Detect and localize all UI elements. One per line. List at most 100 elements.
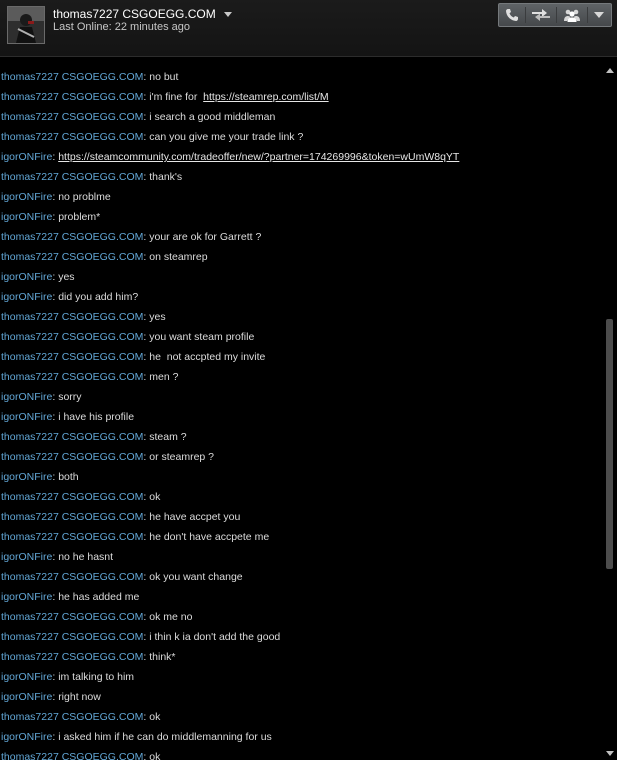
message-text: ok you want change xyxy=(149,571,243,583)
invite-group-button[interactable] xyxy=(557,4,587,26)
message-sender[interactable]: igorONFire xyxy=(1,471,52,483)
chat-header: thomas7227 CSGOEGG.COM Last Online: 22 m… xyxy=(0,0,617,57)
chat-history[interactable]: thomas7227 CSGOEGG.COM: no but thomas7227… xyxy=(0,57,603,760)
avatar[interactable] xyxy=(7,6,45,44)
message-sender[interactable]: thomas7227 CSGOEGG.COM xyxy=(1,531,143,543)
message-sender[interactable]: thomas7227 CSGOEGG.COM xyxy=(1,711,143,723)
message-text: i thin k ia don't add the good xyxy=(149,631,281,643)
more-options-button[interactable] xyxy=(588,4,610,26)
message-sender[interactable]: thomas7227 CSGOEGG.COM xyxy=(1,491,143,503)
message-text: ok xyxy=(149,491,161,503)
message-sender[interactable]: thomas7227 CSGOEGG.COM xyxy=(1,631,143,643)
message-sender[interactable]: thomas7227 CSGOEGG.COM xyxy=(1,431,143,443)
chat-message: thomas7227 CSGOEGG.COM: he don't have ac… xyxy=(0,527,603,547)
message-text: sorry xyxy=(58,391,82,403)
message-sender[interactable]: thomas7227 CSGOEGG.COM xyxy=(1,371,143,383)
voice-call-button[interactable] xyxy=(499,4,525,26)
scroll-up-arrow-icon[interactable] xyxy=(606,68,614,73)
chat-message: igorONFire: no problme xyxy=(0,187,603,207)
message-text: i have his profile xyxy=(58,411,135,423)
scroll-down-arrow-icon[interactable] xyxy=(606,751,614,756)
message-text: on steamrep xyxy=(149,251,208,263)
chat-message: thomas7227 CSGOEGG.COM: ok xyxy=(0,487,603,507)
message-text: or steamrep ? xyxy=(149,451,215,463)
message-sender[interactable]: thomas7227 CSGOEGG.COM xyxy=(1,171,143,183)
chat-scrollbar[interactable] xyxy=(604,64,616,760)
message-text: think* xyxy=(149,651,176,663)
message-sender[interactable]: igorONFire xyxy=(1,551,52,563)
chat-message: igorONFire: right now xyxy=(0,687,603,707)
friend-name: thomas7227 CSGOEGG.COM xyxy=(53,7,216,21)
message-sender[interactable]: igorONFire xyxy=(1,591,52,603)
message-sender[interactable]: thomas7227 CSGOEGG.COM xyxy=(1,131,143,143)
message-link[interactable]: https://steamcommunity.com/tradeoffer/ne… xyxy=(58,151,459,163)
chat-message: thomas7227 CSGOEGG.COM: he have accpet y… xyxy=(0,507,603,527)
message-text: you want steam profile xyxy=(149,331,255,343)
chat-message: thomas7227 CSGOEGG.COM: thank's xyxy=(0,167,603,187)
message-text: did you add him? xyxy=(58,291,139,303)
chat-message: thomas7227 CSGOEGG.COM: men ? xyxy=(0,367,603,387)
message-text: i'm fine for xyxy=(149,91,204,103)
message-sender[interactable]: igorONFire xyxy=(1,271,52,283)
chat-message: thomas7227 CSGOEGG.COM: think* xyxy=(0,647,603,667)
caret-down-icon[interactable] xyxy=(223,11,232,17)
chat-message: thomas7227 CSGOEGG.COM: yes xyxy=(0,307,603,327)
online-status: Last Online: 22 minutes ago xyxy=(53,21,190,33)
chat-message: thomas7227 CSGOEGG.COM: ok xyxy=(0,747,603,760)
message-text: ok xyxy=(149,711,161,723)
message-sender[interactable]: igorONFire xyxy=(1,411,52,423)
message-link[interactable]: https://steamrep.com/list/M xyxy=(203,91,328,103)
message-sender[interactable]: thomas7227 CSGOEGG.COM xyxy=(1,351,143,363)
message-text: yes xyxy=(149,311,166,323)
message-sender[interactable]: igorONFire xyxy=(1,731,52,743)
chat-message: igorONFire: problem* xyxy=(0,207,603,227)
chat-message: igorONFire: yes xyxy=(0,267,603,287)
trade-arrows-icon xyxy=(532,9,550,21)
message-text: he don't have accpete me xyxy=(149,531,270,543)
message-sender[interactable]: thomas7227 CSGOEGG.COM xyxy=(1,91,143,103)
avatar-image xyxy=(8,7,44,43)
chevron-down-icon xyxy=(594,12,604,18)
chat-message: thomas7227 CSGOEGG.COM: you want steam p… xyxy=(0,327,603,347)
chat-message: thomas7227 CSGOEGG.COM: on steamrep xyxy=(0,247,603,267)
message-text: yes xyxy=(58,271,75,283)
scroll-thumb[interactable] xyxy=(606,319,613,569)
message-sender[interactable]: thomas7227 CSGOEGG.COM xyxy=(1,611,143,623)
chat-message: igorONFire: no he hasnt xyxy=(0,547,603,567)
message-sender[interactable]: thomas7227 CSGOEGG.COM xyxy=(1,571,143,583)
friend-name-row[interactable]: thomas7227 CSGOEGG.COM xyxy=(53,6,232,22)
chat-message: igorONFire: i asked him if he can do mid… xyxy=(0,727,603,747)
message-text: he have accpet you xyxy=(149,511,241,523)
message-sender[interactable]: thomas7227 CSGOEGG.COM xyxy=(1,311,143,323)
chat-message: thomas7227 CSGOEGG.COM: ok xyxy=(0,707,603,727)
message-text: your are ok for Garrett ? xyxy=(149,231,262,243)
message-text: both xyxy=(58,471,79,483)
message-sender[interactable]: igorONFire xyxy=(1,671,52,683)
message-sender[interactable]: thomas7227 CSGOEGG.COM xyxy=(1,251,143,263)
chat-message: thomas7227 CSGOEGG.COM: no but xyxy=(0,67,603,87)
message-sender[interactable]: thomas7227 CSGOEGG.COM xyxy=(1,511,143,523)
message-sender[interactable]: igorONFire xyxy=(1,151,52,163)
message-sender[interactable]: igorONFire xyxy=(1,691,52,703)
message-sender[interactable]: thomas7227 CSGOEGG.COM xyxy=(1,231,143,243)
message-sender[interactable]: thomas7227 CSGOEGG.COM xyxy=(1,751,143,760)
trade-button[interactable] xyxy=(526,4,556,26)
chat-message: igorONFire: he has added me xyxy=(0,587,603,607)
message-sender[interactable]: igorONFire xyxy=(1,391,52,403)
message-sender[interactable]: thomas7227 CSGOEGG.COM xyxy=(1,451,143,463)
message-text: steam ? xyxy=(149,431,187,443)
message-sender[interactable]: igorONFire xyxy=(1,291,52,303)
message-text: he has added me xyxy=(58,591,140,603)
message-text: he not accpted my invite xyxy=(149,351,266,363)
message-sender[interactable]: igorONFire xyxy=(1,211,52,223)
chat-message: thomas7227 CSGOEGG.COM: he not accpted m… xyxy=(0,347,603,367)
message-sender[interactable]: igorONFire xyxy=(1,191,52,203)
message-text: ok me no xyxy=(149,611,193,623)
message-sender[interactable]: thomas7227 CSGOEGG.COM xyxy=(1,71,143,83)
message-text: right now xyxy=(58,691,101,703)
message-sender[interactable]: thomas7227 CSGOEGG.COM xyxy=(1,651,143,663)
chat-message: thomas7227 CSGOEGG.COM: ok me no xyxy=(0,607,603,627)
message-sender[interactable]: thomas7227 CSGOEGG.COM xyxy=(1,111,143,123)
message-sender[interactable]: thomas7227 CSGOEGG.COM xyxy=(1,331,143,343)
chat-message: thomas7227 CSGOEGG.COM: can you give me … xyxy=(0,127,603,147)
